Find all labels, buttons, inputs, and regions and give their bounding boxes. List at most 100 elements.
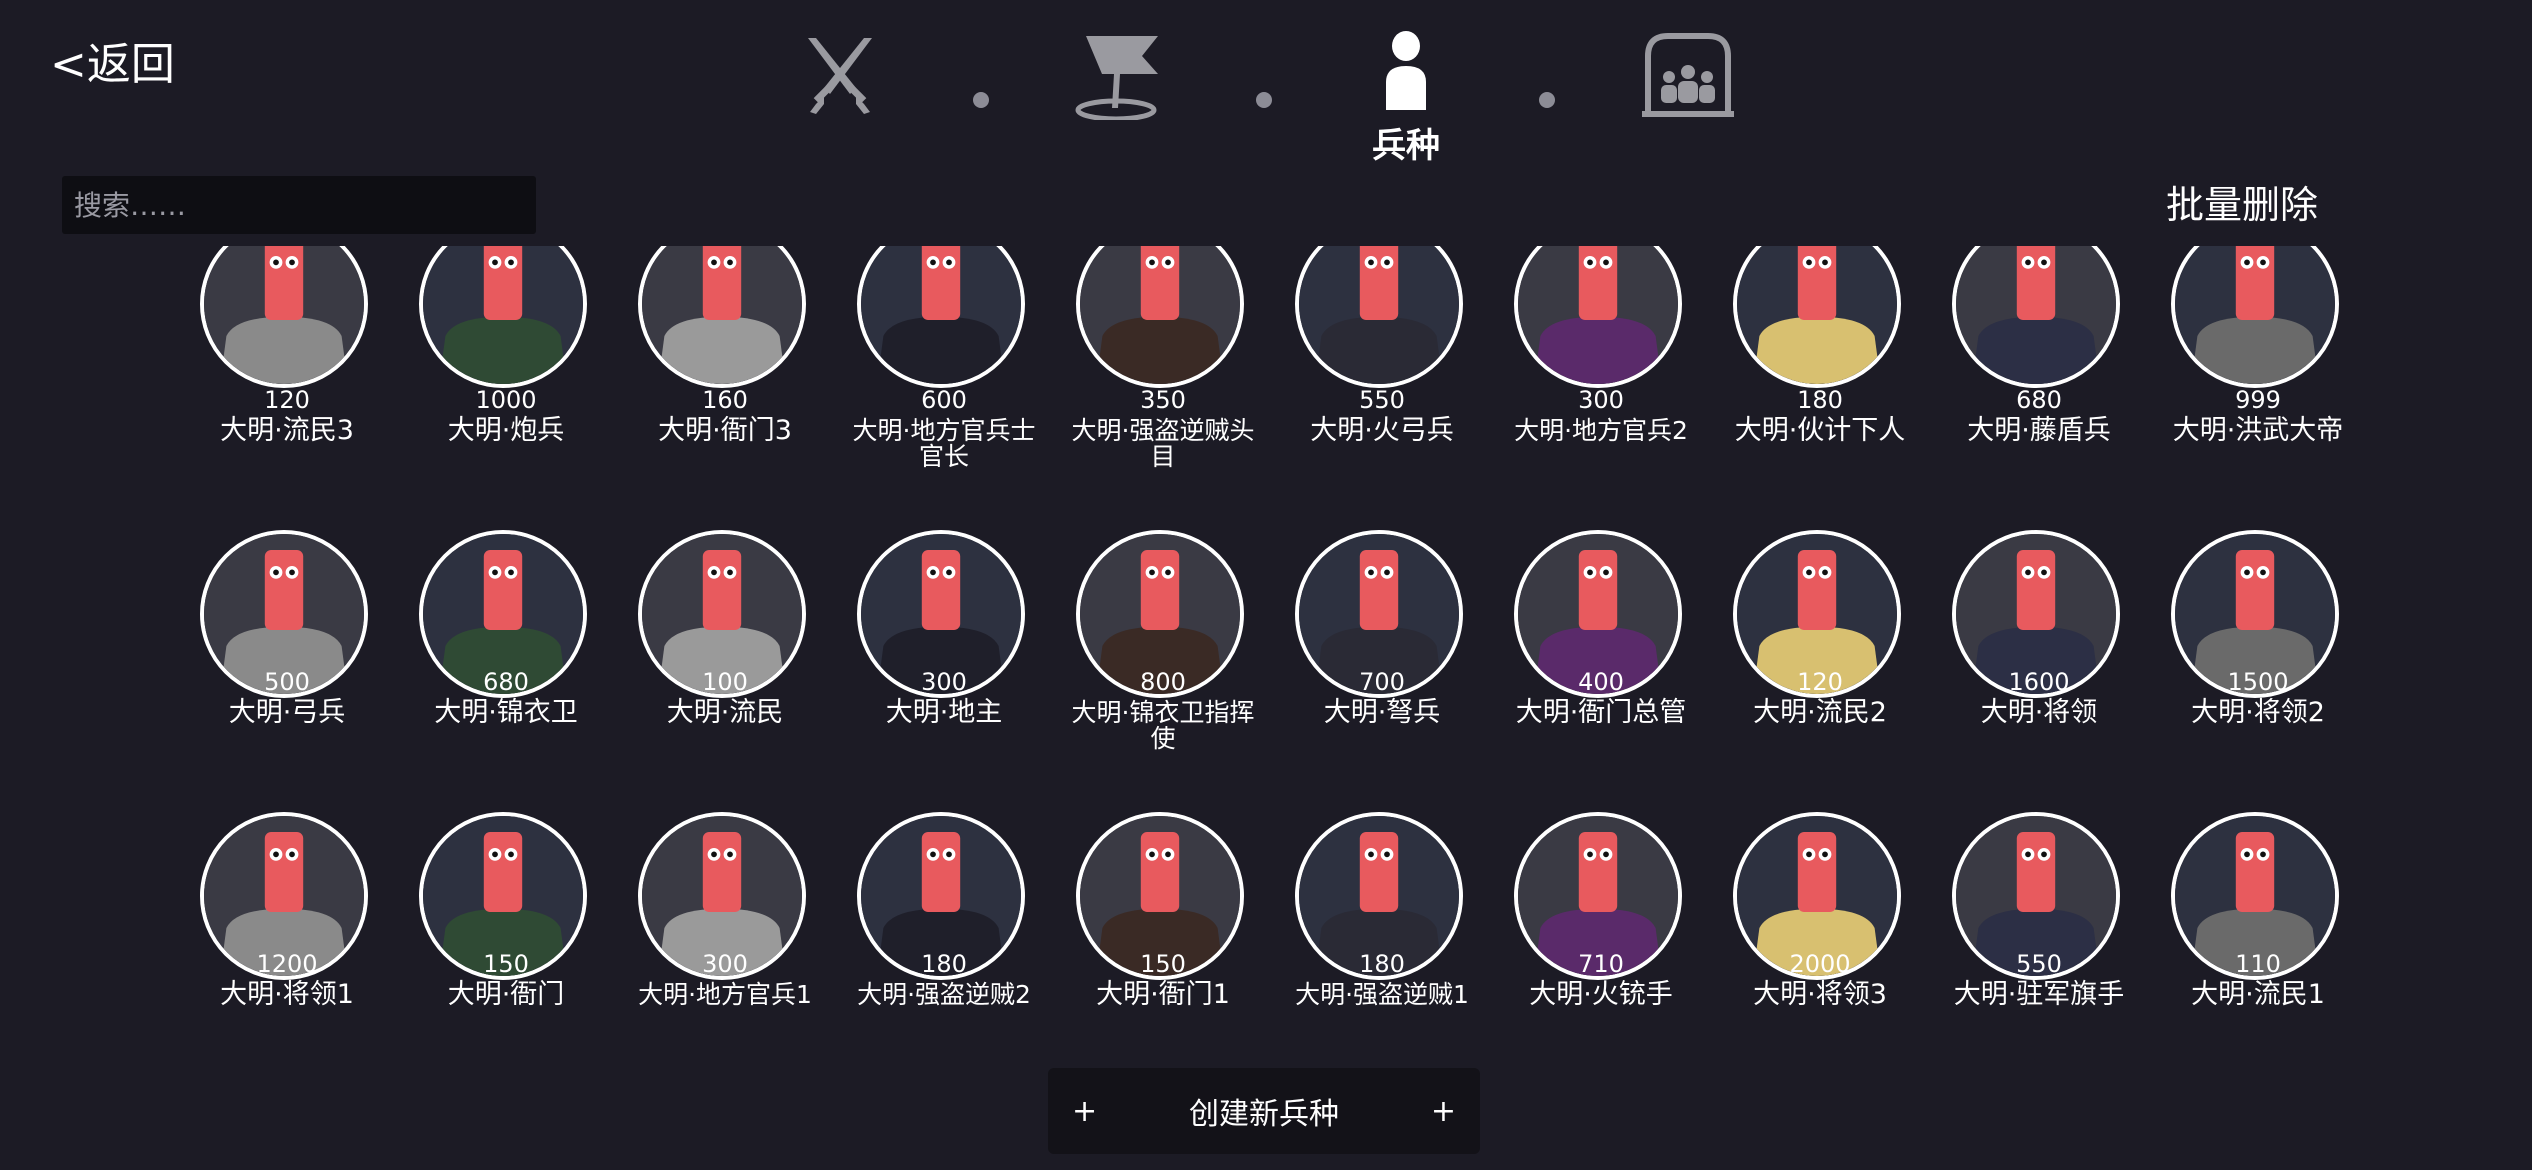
unit-cost: 1200 <box>256 950 318 978</box>
unit-cost: 120 <box>1797 668 1843 696</box>
unit-card[interactable]: 1600 大明·将领 <box>1934 528 2144 808</box>
unit-name: 大明·衙门1 <box>1096 979 1230 1010</box>
unit-card[interactable]: 1200 大明·将领1 <box>182 810 392 1066</box>
unit-card[interactable]: 100 大明·流民 <box>620 528 830 808</box>
unit-cost: 680 <box>483 668 529 696</box>
search-input[interactable] <box>62 176 536 234</box>
unit-name: 大明·流民 <box>666 697 784 728</box>
batch-delete-button[interactable]: 批量删除 <box>2166 174 2318 229</box>
unit-cost: 300 <box>921 668 967 696</box>
unit-card[interactable]: 350 大明·强盗逆贼头目 <box>1058 246 1268 526</box>
tab-separator-dot <box>973 92 989 108</box>
unit-card[interactable]: 2000 大明·将领3 <box>1715 810 1925 1066</box>
unit-name: 大明·锦衣卫 <box>434 697 578 728</box>
unit-card[interactable]: 150 大明·衙门 <box>401 810 611 1066</box>
unit-name: 大明·伙计下人 <box>1734 415 1906 446</box>
unit-cost: 100 <box>702 668 748 696</box>
unit-cost: 400 <box>1578 668 1624 696</box>
unit-name: 大明·火铳手 <box>1529 979 1673 1010</box>
group-icon <box>1642 33 1734 117</box>
unit-name: 大明·流民2 <box>1753 697 1887 728</box>
unit-card[interactable]: 550 大明·火弓兵 <box>1277 246 1487 526</box>
unit-card[interactable]: 120 大明·流民2 <box>1715 528 1925 808</box>
tab-units-label: 兵种 <box>1372 126 1440 166</box>
tab-battle[interactable] <box>790 30 890 120</box>
unit-card[interactable]: 300 大明·地方官兵2 <box>1496 246 1706 526</box>
unit-card[interactable]: 500 大明·弓兵 <box>182 528 392 808</box>
unit-card[interactable]: 600 大明·地方官兵士官长 <box>839 246 1049 526</box>
unit-card[interactable]: 180 大明·强盗逆贼2 <box>839 810 1049 1066</box>
unit-cost: 150 <box>483 950 529 978</box>
unit-name: 大明·火弓兵 <box>1310 415 1454 446</box>
unit-card[interactable]: 150 大明·衙门1 <box>1058 810 1268 1066</box>
unit-card[interactable]: 1500 大明·将领2 <box>2153 528 2363 808</box>
tab-map[interactable] <box>1072 30 1172 120</box>
unit-cost: 550 <box>2016 950 2062 978</box>
unit-portrait <box>2171 246 2339 388</box>
unit-cost: 180 <box>921 950 967 978</box>
unit-cost: 300 <box>1578 386 1624 414</box>
unit-card[interactable]: 550 大明·驻军旗手 <box>1934 810 2144 1066</box>
unit-card[interactable]: 180 大明·伙计下人 <box>1715 246 1925 526</box>
unit-name: 大明·地方官兵1 <box>638 980 812 1009</box>
unit-cost: 600 <box>921 386 967 414</box>
unit-name: 大明·弓兵 <box>228 697 346 728</box>
unit-card[interactable]: 700 大明·弩兵 <box>1277 528 1487 808</box>
unit-cost: 300 <box>702 950 748 978</box>
unit-portrait <box>200 246 368 388</box>
unit-name: 大明·弩兵 <box>1323 697 1441 728</box>
unit-card[interactable]: 680 大明·藤盾兵 <box>1934 246 2144 526</box>
unit-cost: 160 <box>702 386 748 414</box>
unit-name: 大明·锦衣卫指挥使 <box>1071 698 1255 753</box>
unit-cost: 1500 <box>2227 668 2289 696</box>
unit-card[interactable]: 680 大明·锦衣卫 <box>401 528 611 808</box>
unit-name: 大明·洪武大帝 <box>2172 415 2344 446</box>
unit-portrait <box>1952 246 2120 388</box>
create-unit-button[interactable]: + 创建新兵种 + <box>1048 1068 1480 1154</box>
flag-icon <box>1075 36 1158 120</box>
tab-separator-dot <box>1256 92 1272 108</box>
unit-portrait <box>857 246 1025 388</box>
unit-cost: 180 <box>1359 950 1405 978</box>
unit-name: 大明·衙门3 <box>658 415 792 446</box>
unit-cost: 2000 <box>1789 950 1851 978</box>
unit-name: 大明·地方官兵士官长 <box>852 416 1036 471</box>
unit-card[interactable]: 999 大明·洪武大帝 <box>2153 246 2363 526</box>
unit-name: 大明·衙门 <box>447 979 565 1010</box>
unit-card[interactable]: 110 大明·流民1 <box>2153 810 2363 1066</box>
tab-separator-dot <box>1539 92 1555 108</box>
tab-units[interactable]: 兵种 <box>1356 30 1456 167</box>
unit-name: 大明·炮兵 <box>447 415 565 446</box>
unit-name: 大明·地主 <box>885 697 1003 728</box>
unit-card[interactable]: 400 大明·衙门总管 <box>1496 528 1706 808</box>
plus-icon: + <box>1430 1093 1456 1129</box>
unit-cost: 550 <box>1359 386 1405 414</box>
unit-cost: 999 <box>2235 386 2281 414</box>
unit-portrait <box>1733 246 1901 388</box>
unit-card[interactable]: 800 大明·锦衣卫指挥使 <box>1058 528 1268 808</box>
unit-card[interactable]: 180 大明·强盗逆贼1 <box>1277 810 1487 1066</box>
unit-cost: 700 <box>1359 668 1405 696</box>
unit-name: 大明·藤盾兵 <box>1967 415 2111 446</box>
unit-card[interactable]: 120 大明·流民3 <box>182 246 392 526</box>
unit-name: 大明·将领 <box>1980 697 2098 728</box>
unit-card[interactable]: 160 大明·衙门3 <box>620 246 830 526</box>
unit-cost: 350 <box>1140 386 1186 414</box>
unit-name: 大明·将领1 <box>220 979 354 1010</box>
unit-card[interactable]: 300 大明·地主 <box>839 528 1049 808</box>
unit-name: 大明·流民1 <box>2191 979 2325 1010</box>
unit-card[interactable]: 300 大明·地方官兵1 <box>620 810 830 1066</box>
unit-portrait <box>1514 246 1682 388</box>
unit-card[interactable]: 710 大明·火铳手 <box>1496 810 1706 1066</box>
unit-cost: 710 <box>1578 950 1624 978</box>
unit-cost: 1000 <box>475 386 537 414</box>
category-tabs: 兵种 <box>0 30 2532 170</box>
tab-factions[interactable] <box>1638 30 1738 120</box>
unit-card[interactable]: 1000 大明·炮兵 <box>401 246 611 526</box>
create-unit-label: 创建新兵种 <box>1189 1097 1339 1132</box>
unit-name: 大明·驻军旗手 <box>1953 979 2125 1010</box>
unit-cost: 1600 <box>2008 668 2070 696</box>
unit-name: 大明·地方官兵2 <box>1514 416 1688 445</box>
unit-portrait <box>638 246 806 388</box>
person-icon <box>1386 31 1426 110</box>
